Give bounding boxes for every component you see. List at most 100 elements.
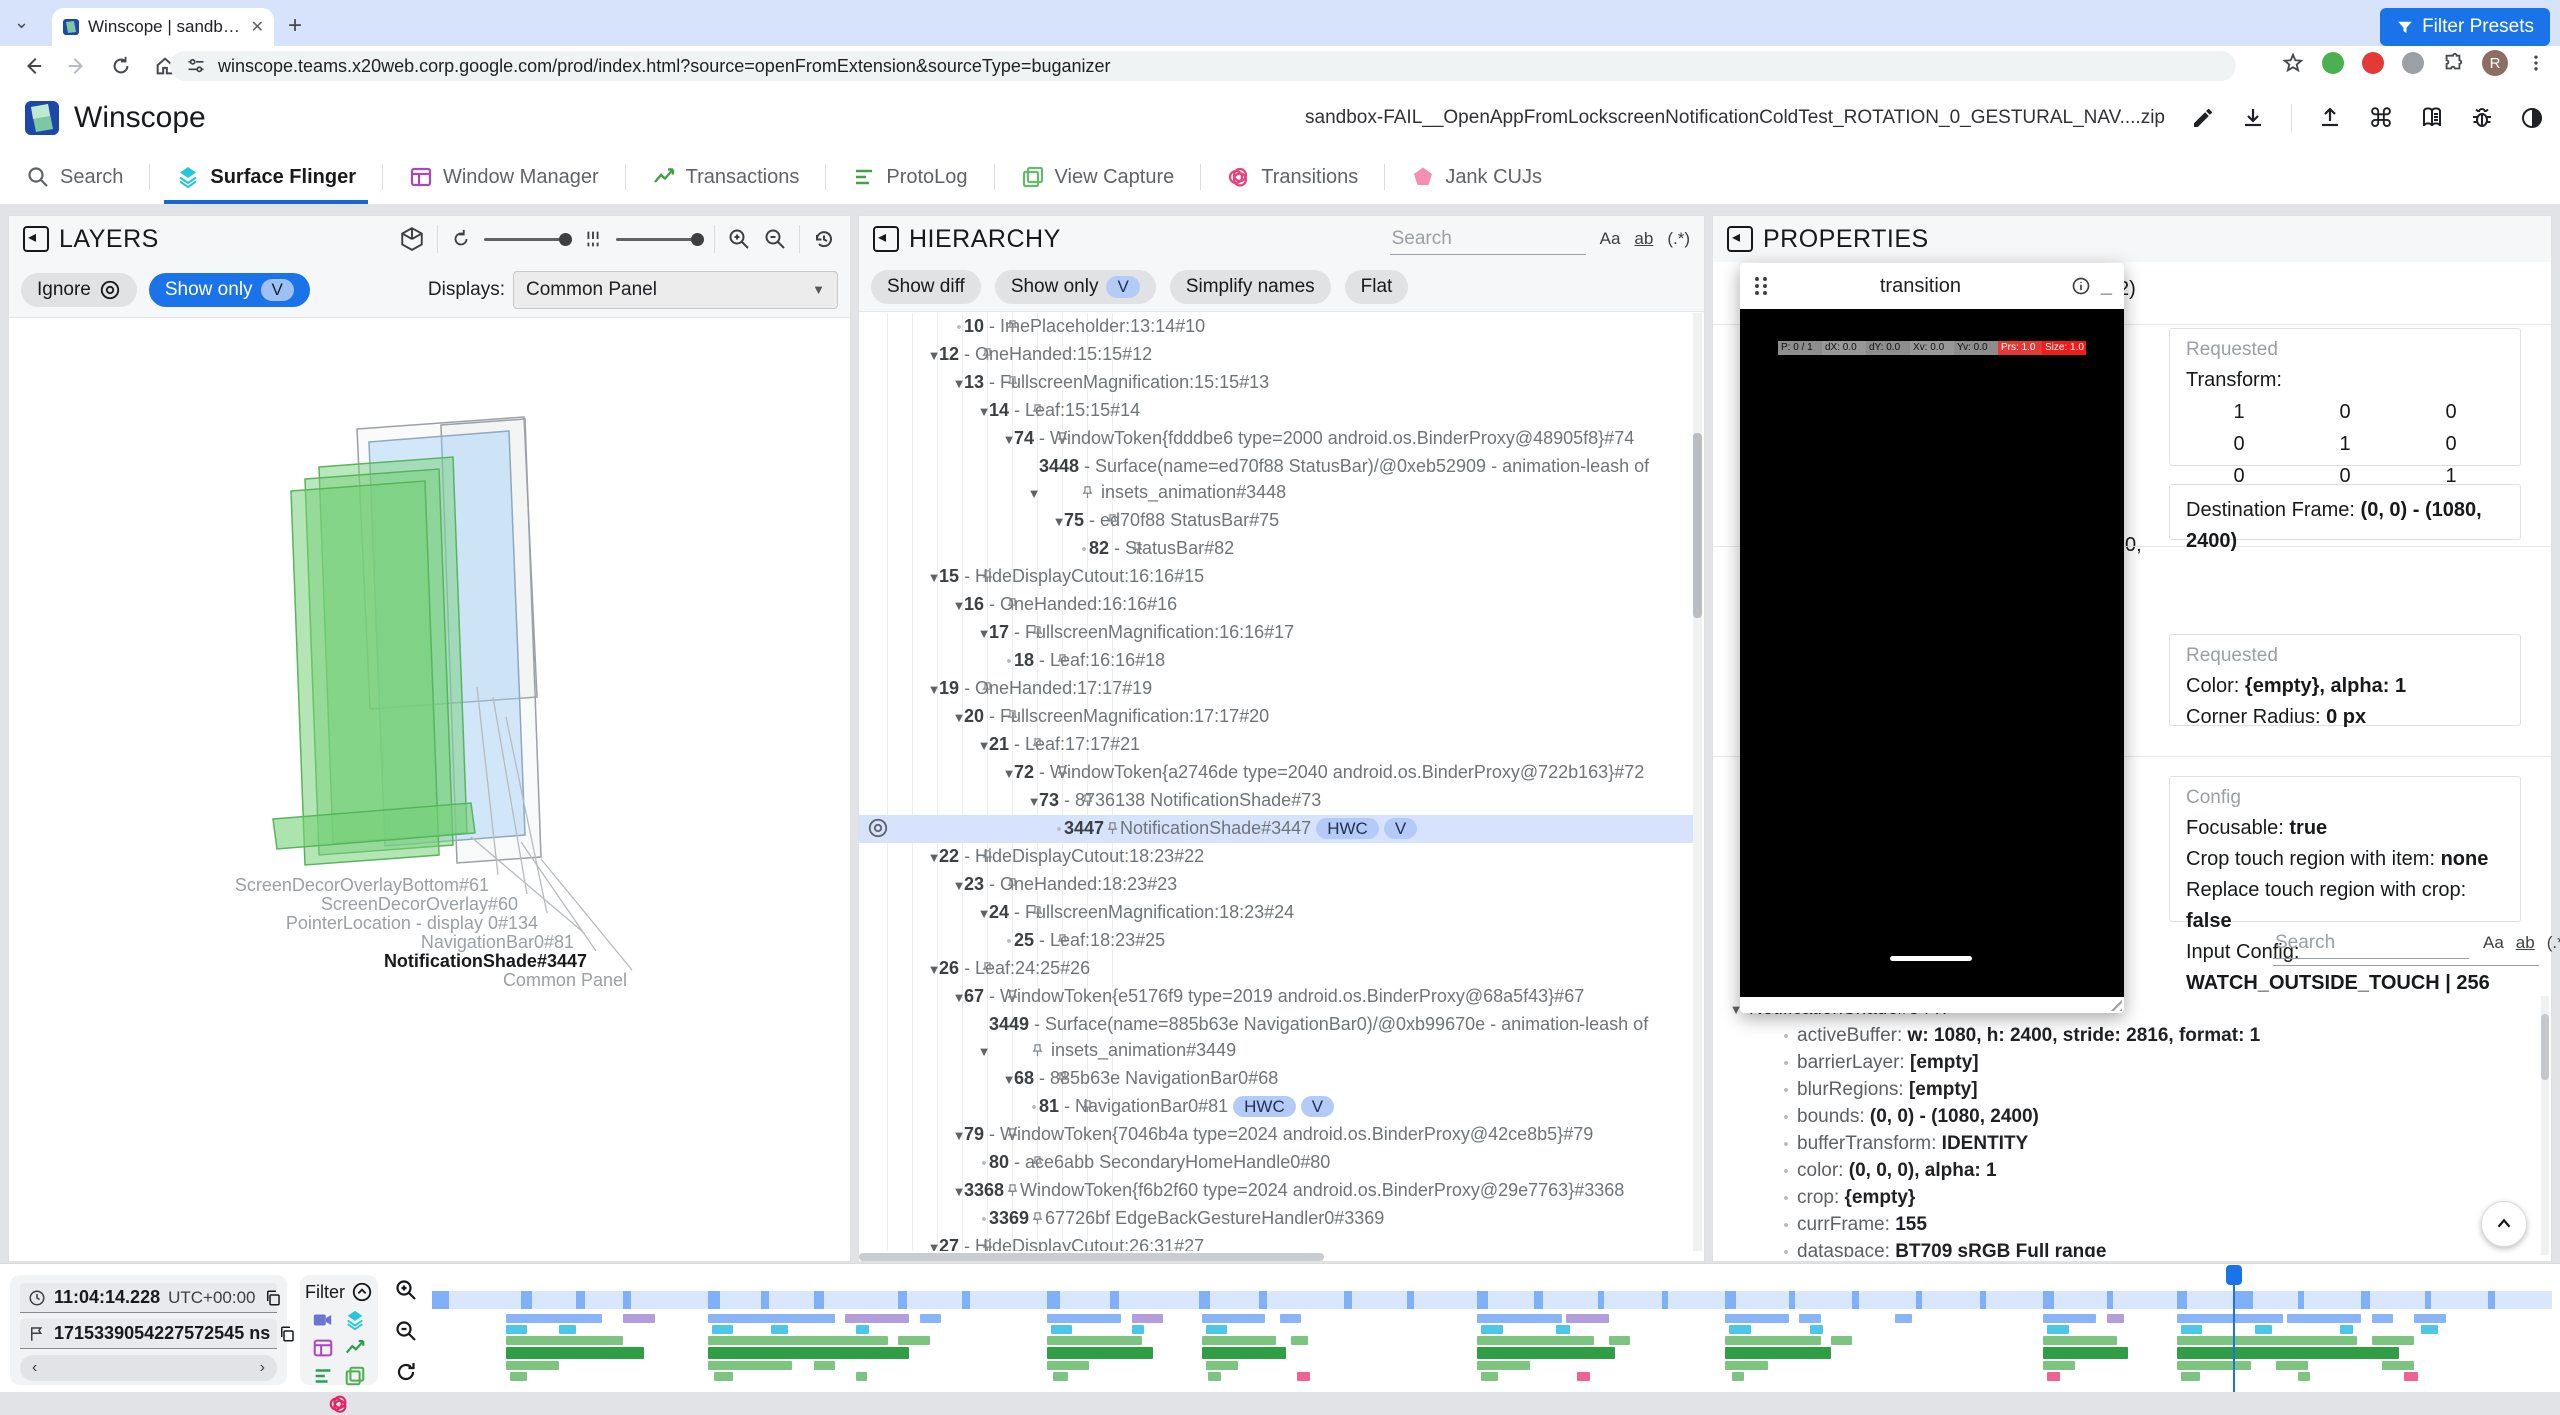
hierarchy-node-72[interactable]: ▼72 - WindowToken{a2746de type=2040 andr… bbox=[859, 759, 1696, 787]
scroll-to-top-button[interactable] bbox=[2481, 1201, 2527, 1247]
tab-close-icon[interactable]: ✕ bbox=[251, 17, 264, 37]
rotation-icon[interactable] bbox=[450, 228, 472, 250]
trace-segment[interactable] bbox=[2287, 1314, 2361, 1323]
spacing-slider[interactable] bbox=[616, 238, 702, 241]
trace-segment[interactable] bbox=[2043, 1347, 2128, 1359]
info-icon[interactable] bbox=[2071, 276, 2091, 296]
extension-icon-gray[interactable] bbox=[2402, 52, 2424, 74]
shortcuts-command-icon[interactable]: ⌘ bbox=[2368, 103, 2394, 134]
pin-icon[interactable] bbox=[1005, 319, 1020, 334]
resize-handle[interactable] bbox=[2108, 997, 2122, 1011]
pin-icon[interactable] bbox=[1005, 1183, 1020, 1198]
trace-segment[interactable] bbox=[1202, 1347, 1287, 1359]
copy-icon[interactable] bbox=[278, 1325, 296, 1343]
transition-card-header[interactable]: transition _ bbox=[1740, 263, 2124, 309]
hierarchy-node-19[interactable]: ▼19 - OneHanded:17:17#19 bbox=[859, 675, 1696, 703]
trace-segment[interactable] bbox=[898, 1336, 930, 1345]
layer-label[interactable]: PointerLocation - display 0#134 bbox=[286, 913, 538, 934]
trace-segment[interactable] bbox=[1297, 1372, 1310, 1381]
trace-segment[interactable] bbox=[920, 1314, 941, 1323]
trace-segment[interactable] bbox=[2107, 1314, 2124, 1323]
pin-icon[interactable] bbox=[1055, 933, 1070, 948]
spacing-icon[interactable] bbox=[582, 228, 604, 250]
trace-segment[interactable] bbox=[1202, 1336, 1276, 1345]
hierarchy-node-3449[interactable]: ▼3449 - Surface(name=885b63e NavigationB… bbox=[859, 1011, 1696, 1065]
trace-segment[interactable] bbox=[856, 1325, 869, 1334]
pin-icon[interactable] bbox=[1030, 1043, 1045, 1058]
trace-segment[interactable] bbox=[714, 1372, 733, 1381]
trace-segment[interactable] bbox=[1566, 1314, 1608, 1323]
property-leaf-bufferTransform[interactable]: •bufferTransform: IDENTITY bbox=[1723, 1131, 2537, 1158]
3d-cube-icon[interactable] bbox=[399, 226, 425, 252]
trace-segment[interactable] bbox=[1206, 1325, 1227, 1334]
trace-segment[interactable] bbox=[1047, 1336, 1142, 1345]
show-diff-button[interactable]: Show diff bbox=[871, 270, 981, 304]
hierarchy-node-27[interactable]: ▼27 - HideDisplayCutout:26:31#27 bbox=[859, 1233, 1696, 1251]
pin-icon[interactable] bbox=[1055, 431, 1070, 446]
new-tab-button[interactable]: + bbox=[288, 12, 302, 40]
browser-tab[interactable]: Winscope | sandbox-FAIL ✕ bbox=[52, 8, 274, 46]
trace-segment[interactable] bbox=[1047, 1314, 1121, 1323]
layer-label[interactable]: ScreenDecorOverlayBottom#61 bbox=[235, 875, 489, 896]
pin-icon[interactable] bbox=[1005, 1127, 1020, 1142]
trace-segment[interactable] bbox=[623, 1314, 655, 1323]
trace-segment[interactable] bbox=[814, 1361, 835, 1370]
property-leaf-color[interactable]: •color: (0, 0, 0), alpha: 1 bbox=[1723, 1158, 2537, 1185]
trace-segment[interactable] bbox=[1477, 1347, 1615, 1359]
trace-segment[interactable] bbox=[2372, 1314, 2393, 1323]
trace-segment[interactable] bbox=[708, 1347, 909, 1359]
properties-scrollbar[interactable] bbox=[2541, 996, 2549, 1255]
hierarchy-node-75[interactable]: ▼75 - ed70f88 StatusBar#75 bbox=[859, 507, 1696, 535]
trace-segment[interactable] bbox=[1725, 1336, 1820, 1345]
trace-segment[interactable] bbox=[1556, 1325, 1571, 1334]
hierarchy-node-20[interactable]: ▼20 - FullscreenMagnification:17:17#20 bbox=[859, 703, 1696, 731]
hierarchy-node-17[interactable]: ▼17 - FullscreenMagnification:16:16#17 bbox=[859, 619, 1696, 647]
filter-videocam-icon[interactable] bbox=[312, 1309, 334, 1331]
zoom-in-icon[interactable] bbox=[394, 1278, 420, 1302]
dark-mode-contrast-icon[interactable] bbox=[2520, 106, 2544, 130]
trace-segment[interactable] bbox=[845, 1314, 909, 1323]
show-only-v-button[interactable]: Show only V bbox=[149, 273, 310, 307]
collapse-panel-icon[interactable] bbox=[23, 226, 49, 252]
regex-icon[interactable]: (.*) bbox=[2547, 933, 2560, 953]
expand-arrow-icon[interactable]: ▼ bbox=[1050, 481, 1080, 507]
bookmark-star-icon[interactable] bbox=[2282, 52, 2304, 74]
trace-segment[interactable] bbox=[1895, 1314, 1912, 1323]
ignore-button[interactable]: Ignore bbox=[21, 273, 137, 307]
copy-icon[interactable] bbox=[264, 1289, 282, 1307]
property-leaf-dataspace[interactable]: •dataspace: BT709 sRGB Full range bbox=[1723, 1239, 2537, 1257]
tab-protolog[interactable]: ProtoLog bbox=[826, 150, 993, 204]
trace-segment[interactable] bbox=[1831, 1336, 1852, 1345]
upload-icon[interactable] bbox=[2318, 106, 2342, 130]
back-icon[interactable] bbox=[22, 55, 44, 77]
trace-segment[interactable] bbox=[1206, 1361, 1238, 1370]
property-leaf-activeBuffer[interactable]: •activeBuffer: w: 1080, h: 2400, stride:… bbox=[1723, 1023, 2537, 1050]
trace-segment[interactable] bbox=[2255, 1325, 2272, 1334]
trace-segment[interactable] bbox=[2047, 1325, 2068, 1334]
trace-segment[interactable] bbox=[708, 1336, 888, 1345]
filter-wm-icon[interactable] bbox=[312, 1337, 334, 1359]
trace-segment[interactable] bbox=[708, 1314, 835, 1323]
trace-segment[interactable] bbox=[1202, 1314, 1266, 1323]
hierarchy-node-25[interactable]: •25 - Leaf:18:23#25 bbox=[859, 927, 1696, 955]
trace-segment[interactable] bbox=[1725, 1314, 1789, 1323]
trace-segment[interactable] bbox=[1477, 1314, 1562, 1323]
trace-segment[interactable] bbox=[1725, 1361, 1767, 1370]
next-frame-icon[interactable]: › bbox=[260, 1359, 265, 1377]
hierarchy-node-74[interactable]: ▼74 - WindowToken{fdddbe6 type=2000 andr… bbox=[859, 425, 1696, 453]
property-leaf-barrierLayer[interactable]: •barrierLayer: [empty] bbox=[1723, 1050, 2537, 1077]
filter-chart-icon[interactable] bbox=[344, 1337, 366, 1359]
hierarchy-node-12[interactable]: ▼12 - OneHanded:15:15#12 bbox=[859, 341, 1696, 369]
regex-icon[interactable]: (.*) bbox=[1667, 229, 1690, 249]
frame-step-control[interactable]: ‹ › bbox=[20, 1355, 277, 1381]
hierarchy-node-26[interactable]: ▼26 - Leaf:24:25#26 bbox=[859, 955, 1696, 983]
match-word-icon[interactable]: ab bbox=[1634, 229, 1653, 249]
tab-window-manager[interactable]: Window Manager bbox=[383, 150, 625, 204]
pin-icon[interactable] bbox=[1080, 1099, 1095, 1114]
trace-segment[interactable] bbox=[1280, 1314, 1301, 1323]
collapse-filter-icon[interactable] bbox=[351, 1281, 373, 1303]
trace-segment[interactable] bbox=[506, 1325, 527, 1334]
hierarchy-node-68[interactable]: ▼68 - 885b63e NavigationBar0#68 bbox=[859, 1065, 1696, 1093]
trace-segment[interactable] bbox=[1481, 1372, 1498, 1381]
trace-segment[interactable] bbox=[1291, 1336, 1308, 1345]
